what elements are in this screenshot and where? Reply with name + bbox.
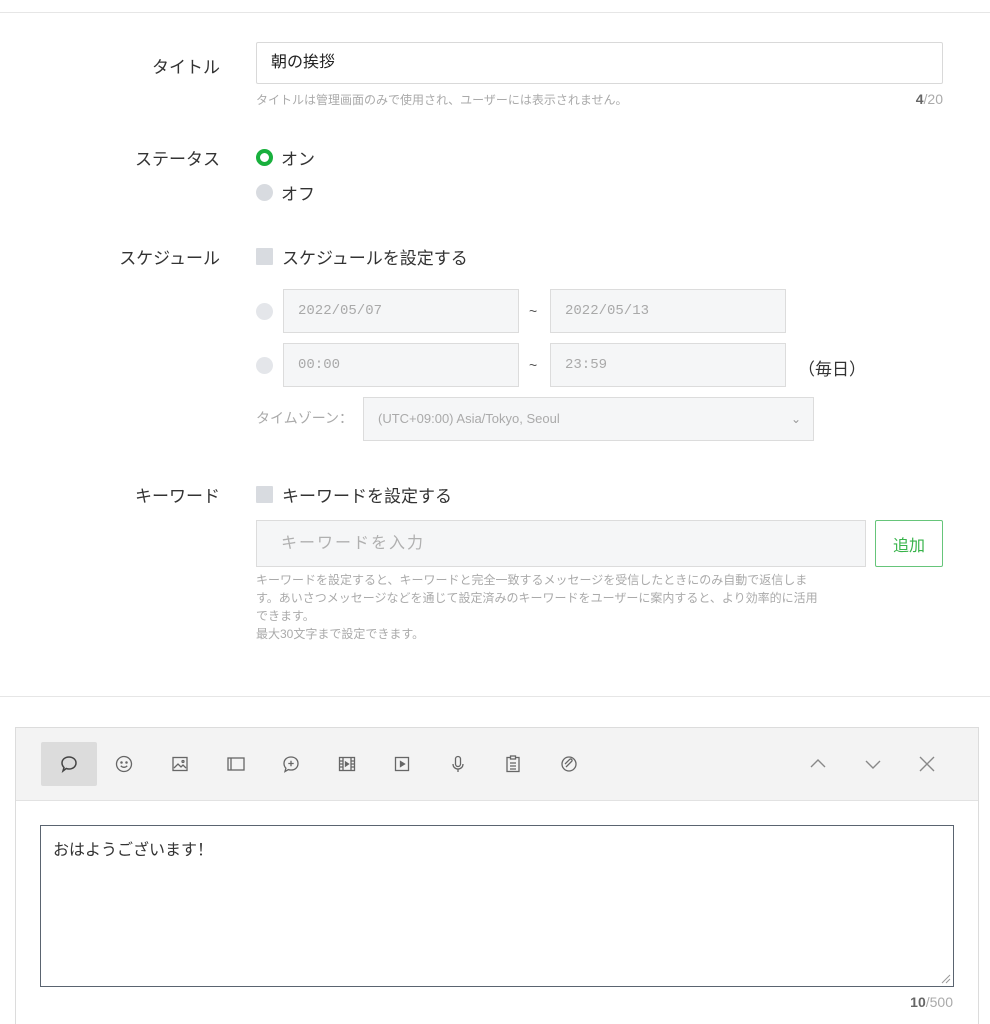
schedule-checkbox-label: スケジュールを設定する	[282, 249, 468, 268]
keyword-help-2: す。あいさつメッセージなどを通じて設定済みのキーワードをユーザーに案内すると、よ…	[256, 591, 818, 605]
keyword-help-4: 最大30文字まで設定できます。	[256, 627, 425, 641]
title-label: タイトル	[152, 58, 220, 77]
message-textarea[interactable]: おはようございます！	[40, 825, 954, 987]
keyword-help-1: キーワードを設定すると、キーワードと完全一致するメッセージを受信したときにのみ自…	[256, 573, 808, 587]
status-on-option[interactable]: オン	[256, 145, 315, 170]
status-label: ステータス	[135, 150, 220, 169]
timezone-value: (UTC+09:00) Asia/Tokyo, Seoul	[378, 411, 560, 426]
status-off-label: オフ	[281, 185, 315, 204]
daily-label: （毎日）	[798, 360, 866, 379]
image-icon[interactable]	[152, 742, 208, 786]
card-icon[interactable]	[208, 742, 264, 786]
time-tilde: ~	[529, 357, 538, 373]
checkbox-icon[interactable]	[256, 486, 273, 503]
date-to-input[interactable]: 2022/05/13	[550, 289, 786, 333]
date-from-input[interactable]: 2022/05/07	[283, 289, 519, 333]
message-text: おはようございます！	[53, 842, 214, 859]
radio-unselected-icon[interactable]	[256, 184, 273, 201]
time-range-radio[interactable]	[256, 357, 273, 374]
move-up-icon[interactable]	[796, 742, 840, 786]
top-divider	[0, 12, 990, 13]
emoji-icon[interactable]	[96, 742, 152, 786]
keyword-checkbox[interactable]: キーワードを設定する	[256, 482, 452, 507]
text-bubble-icon[interactable]	[41, 742, 97, 786]
survey-icon[interactable]	[485, 742, 541, 786]
schedule-label: スケジュール	[119, 249, 220, 268]
title-counter: 4/20	[915, 91, 943, 107]
title-help: タイトルは管理画面のみで使用され、ユーザーには表示されません。	[256, 93, 628, 107]
date-range-radio[interactable]	[256, 303, 273, 320]
editor-toolbar	[16, 728, 978, 801]
schedule-checkbox[interactable]: スケジュールを設定する	[256, 244, 468, 269]
close-icon[interactable]	[905, 742, 949, 786]
keyword-help-3: できます。	[256, 609, 315, 623]
keyword-checkbox-label: キーワードを設定する	[282, 487, 452, 506]
message-counter: 10/500	[910, 994, 953, 1010]
timezone-select[interactable]: (UTC+09:00) Asia/Tokyo, Seoul ⌄	[363, 397, 814, 441]
video-icon[interactable]	[319, 742, 375, 786]
status-off-option[interactable]: オフ	[256, 180, 315, 205]
link-icon[interactable]	[541, 742, 597, 786]
move-down-icon[interactable]	[851, 742, 895, 786]
date-tilde: ~	[529, 303, 538, 319]
section-divider	[0, 696, 990, 697]
time-from-input[interactable]: 00:00	[283, 343, 519, 387]
chevron-down-icon: ⌄	[790, 412, 801, 426]
add-keyword-button[interactable]: 追加	[875, 520, 943, 567]
title-input[interactable]: 朝の挨拶	[256, 42, 943, 84]
radio-selected-icon[interactable]	[256, 149, 273, 166]
timezone-label: タイムゾーン：	[256, 410, 354, 426]
message-editor: おはようございます！	[15, 727, 979, 1024]
voice-icon[interactable]	[430, 742, 486, 786]
status-on-label: オン	[281, 150, 315, 169]
rich-video-icon[interactable]	[374, 742, 430, 786]
time-to-input[interactable]: 23:59	[550, 343, 786, 387]
keyword-input[interactable]: キーワードを入力	[256, 520, 866, 567]
keyword-label: キーワード	[135, 487, 220, 506]
coupon-icon[interactable]	[263, 742, 319, 786]
resize-handle-icon[interactable]	[941, 974, 951, 984]
checkbox-icon[interactable]	[256, 248, 273, 265]
